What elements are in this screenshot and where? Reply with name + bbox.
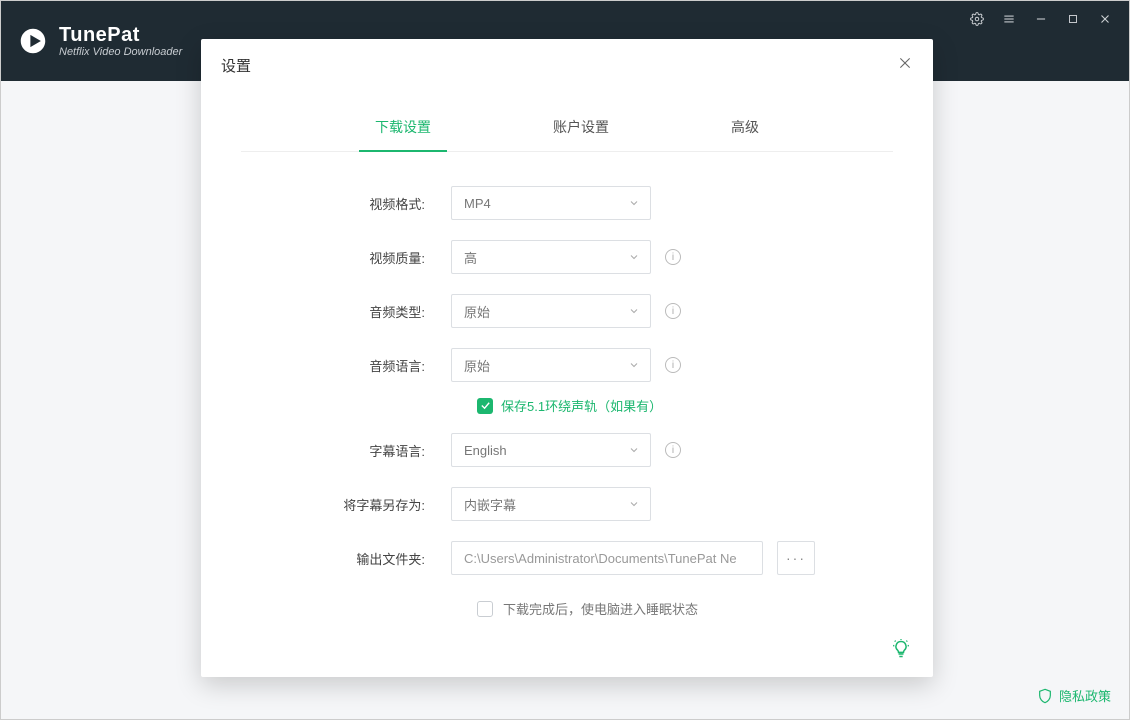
chevron-down-icon — [628, 444, 640, 456]
label-subtitle-language: 字幕语言: — [261, 441, 451, 460]
minimize-button[interactable] — [1033, 11, 1049, 27]
brand-subtitle: Netflix Video Downloader — [59, 46, 182, 58]
info-icon[interactable]: i — [665, 249, 681, 265]
info-icon[interactable]: i — [665, 442, 681, 458]
checkbox-surround-label: 保存5.1环绕声轨（如果有） — [501, 396, 662, 415]
close-icon[interactable] — [897, 55, 917, 75]
checkbox-surround[interactable] — [477, 398, 493, 414]
modal-header: 设置 — [201, 39, 933, 91]
select-audio-type-value: 原始 — [464, 302, 490, 321]
select-save-subtitle-as-value: 内嵌字幕 — [464, 495, 516, 514]
label-output-folder: 输出文件夹: — [261, 549, 451, 568]
window-controls — [953, 1, 1129, 37]
select-subtitle-language-value: English — [464, 443, 507, 458]
modal-title: 设置 — [221, 55, 251, 76]
label-video-quality: 视频质量: — [261, 248, 451, 267]
select-audio-language[interactable]: 原始 — [451, 348, 651, 382]
label-video-format: 视频格式: — [261, 194, 451, 213]
info-icon[interactable]: i — [665, 357, 681, 373]
chevron-down-icon — [628, 305, 640, 317]
tab-advanced[interactable]: 高级 — [725, 107, 765, 151]
info-icon[interactable]: i — [665, 303, 681, 319]
select-video-format-value: MP4 — [464, 196, 491, 211]
settings-modal: 设置 下载设置 账户设置 高级 视频格式: MP4 视频质量: — [201, 39, 933, 677]
checkbox-sleep-label: 下载完成后，使电脑进入睡眠状态 — [503, 599, 698, 618]
brand: TunePat Netflix Video Downloader — [19, 24, 182, 58]
label-save-subtitle-as: 将字幕另存为: — [261, 495, 451, 514]
output-folder-input[interactable]: C:\Users\Administrator\Documents\TunePat… — [451, 541, 763, 575]
lightbulb-icon[interactable] — [891, 639, 911, 659]
chevron-down-icon — [628, 197, 640, 209]
select-save-subtitle-as[interactable]: 内嵌字幕 — [451, 487, 651, 521]
maximize-button[interactable] — [1065, 11, 1081, 27]
tabs: 下载设置 账户设置 高级 — [241, 107, 893, 152]
chevron-down-icon — [628, 498, 640, 510]
privacy-link-label: 隐私政策 — [1059, 686, 1111, 705]
select-video-quality-value: 高 — [464, 248, 477, 267]
select-video-quality[interactable]: 高 — [451, 240, 651, 274]
select-audio-type[interactable]: 原始 — [451, 294, 651, 328]
browse-button[interactable]: ··· — [777, 541, 815, 575]
privacy-link[interactable]: 隐私政策 — [1037, 686, 1111, 705]
label-audio-language: 音频语言: — [261, 356, 451, 375]
label-audio-type: 音频类型: — [261, 302, 451, 321]
download-settings-form: 视频格式: MP4 视频质量: 高 i — [201, 152, 933, 618]
checkbox-sleep[interactable] — [477, 601, 493, 617]
brand-logo-icon — [19, 27, 47, 55]
select-audio-language-value: 原始 — [464, 356, 490, 375]
chevron-down-icon — [628, 359, 640, 371]
tab-account-settings[interactable]: 账户设置 — [547, 107, 615, 151]
select-subtitle-language[interactable]: English — [451, 433, 651, 467]
gear-icon[interactable] — [969, 11, 985, 27]
select-video-format[interactable]: MP4 — [451, 186, 651, 220]
chevron-down-icon — [628, 251, 640, 263]
tab-download-settings[interactable]: 下载设置 — [369, 107, 437, 151]
output-folder-value: C:\Users\Administrator\Documents\TunePat… — [464, 551, 737, 566]
close-button[interactable] — [1097, 11, 1113, 27]
menu-icon[interactable] — [1001, 11, 1017, 27]
brand-title: TunePat — [59, 24, 182, 46]
